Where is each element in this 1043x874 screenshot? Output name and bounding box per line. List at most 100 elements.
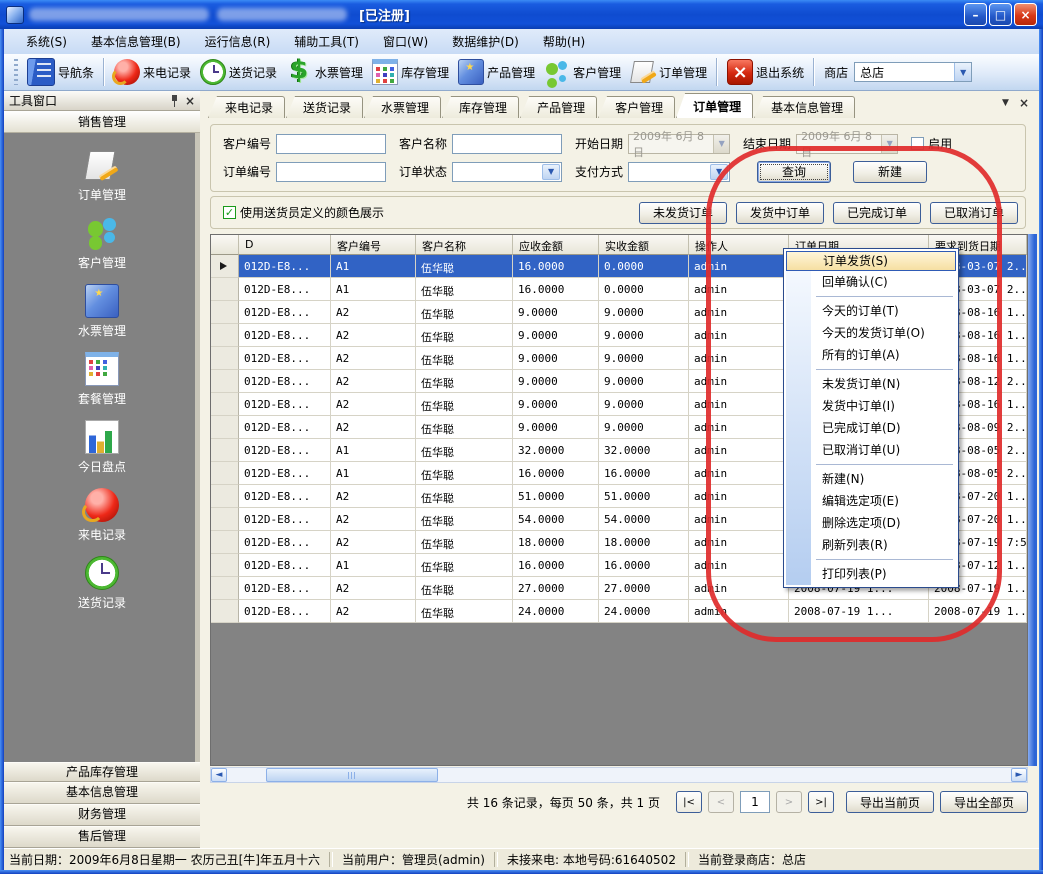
toolbar-grip[interactable]: [14, 59, 18, 85]
context-menu-item[interactable]: 回单确认(C): [786, 271, 956, 293]
context-menu-item[interactable]: [816, 369, 953, 370]
toolbar-button[interactable]: 库存管理: [372, 59, 449, 85]
header-customer-name[interactable]: 客户名称: [416, 235, 513, 255]
sidebar-item[interactable]: 套餐管理: [4, 345, 200, 413]
pin-icon[interactable]: [170, 95, 179, 107]
sidebar-item[interactable]: 送货记录: [4, 549, 200, 617]
menu-item[interactable]: 窗口(W): [371, 29, 440, 54]
sidebar-item[interactable]: 今日盘点: [4, 413, 200, 481]
vertical-scrollbar[interactable]: [1028, 234, 1037, 766]
scroll-right-icon[interactable]: ►: [1011, 768, 1027, 782]
sidebar-item[interactable]: 订单管理: [4, 141, 200, 209]
sidebar-item[interactable]: 水票管理: [4, 277, 200, 345]
prev-page-button[interactable]: <: [708, 791, 734, 813]
maximize-button[interactable]: □: [989, 3, 1012, 26]
row-selector-cell[interactable]: [211, 416, 239, 439]
context-menu-item[interactable]: 删除选定项(D): [786, 512, 956, 534]
sidebar-section-bar[interactable]: 财务管理: [4, 804, 200, 826]
order-status-select[interactable]: ▼: [452, 162, 562, 182]
context-menu-item[interactable]: 刷新列表(R): [786, 534, 956, 556]
row-selector-cell[interactable]: [211, 393, 239, 416]
row-selector-cell[interactable]: [211, 531, 239, 554]
row-selector-cell[interactable]: [211, 554, 239, 577]
row-selector-cell[interactable]: [211, 577, 239, 600]
toolbar-button[interactable]: 产品管理: [458, 59, 535, 85]
context-menu-item[interactable]: 编辑选定项(E): [786, 490, 956, 512]
toolbar-button[interactable]: [103, 58, 105, 86]
menu-item[interactable]: 系统(S): [14, 29, 79, 54]
menu-item[interactable]: 帮助(H): [531, 29, 597, 54]
query-button[interactable]: 查询: [757, 161, 831, 183]
chevron-down-icon[interactable]: ▼: [542, 164, 560, 180]
chevron-down-icon[interactable]: ▼: [881, 135, 897, 153]
table-row[interactable]: 012D-E8... A2 伍华聪 24.0000 24.0000 admin …: [211, 600, 1027, 623]
row-selector-cell[interactable]: [211, 439, 239, 462]
end-date-picker[interactable]: 2009年 6月 8日 ▼: [796, 134, 898, 154]
row-selector-cell[interactable]: [211, 600, 239, 623]
order-no-input[interactable]: [276, 162, 386, 182]
menu-item[interactable]: 辅助工具(T): [282, 29, 371, 54]
export-current-page-button[interactable]: 导出当前页: [846, 791, 934, 813]
row-selector-cell[interactable]: [211, 278, 239, 301]
menu-item[interactable]: 数据维护(D): [440, 29, 531, 54]
scroll-left-icon[interactable]: ◄: [211, 768, 227, 782]
sidebar-item[interactable]: 客户管理: [4, 209, 200, 277]
chevron-down-icon[interactable]: ▼: [710, 164, 728, 180]
sidebar-item[interactable]: 来电记录: [4, 481, 200, 549]
context-menu-item[interactable]: 新建(N): [786, 468, 956, 490]
export-all-pages-button[interactable]: 导出全部页: [940, 791, 1028, 813]
minimize-button[interactable]: –: [964, 3, 987, 26]
status-filter-button[interactable]: 已取消订单: [930, 202, 1018, 224]
row-selector-cell[interactable]: [211, 255, 239, 278]
enable-checkbox[interactable]: ✓: [911, 137, 924, 150]
tab[interactable]: 送货记录: [286, 96, 363, 118]
toolbar-button[interactable]: 水票管理: [286, 59, 363, 85]
toolbar-button[interactable]: [813, 58, 815, 86]
context-menu-item[interactable]: 已取消订单(U): [786, 439, 956, 461]
context-menu-item[interactable]: [816, 559, 953, 560]
row-selector-cell[interactable]: [211, 370, 239, 393]
context-menu-item[interactable]: [816, 296, 953, 297]
tab[interactable]: 库存管理: [442, 96, 519, 118]
close-button[interactable]: ×: [1014, 3, 1037, 26]
tab[interactable]: 订单管理: [676, 93, 753, 118]
toolbar-button[interactable]: 订单管理: [630, 59, 707, 85]
context-menu-item[interactable]: 今天的订单(T): [786, 300, 956, 322]
context-menu-item[interactable]: 未发货订单(N): [786, 373, 956, 395]
shop-select[interactable]: 总店 ▼: [854, 62, 972, 82]
row-selector-cell[interactable]: [211, 462, 239, 485]
context-menu-item[interactable]: 今天的发货订单(O): [786, 322, 956, 344]
header-id[interactable]: D: [239, 235, 331, 255]
scrollbar-thumb[interactable]: [266, 768, 438, 782]
header-receivable[interactable]: 应收金额: [513, 235, 599, 255]
toolbar-button[interactable]: 退出系统: [727, 59, 804, 85]
first-page-button[interactable]: |<: [676, 791, 702, 813]
context-menu-item[interactable]: 所有的订单(A): [786, 344, 956, 366]
close-icon[interactable]: ×: [185, 95, 195, 107]
header-customer-no[interactable]: 客户编号: [331, 235, 416, 255]
toolbar-button[interactable]: 来电记录: [114, 59, 191, 85]
tab[interactable]: 来电记录: [208, 96, 285, 118]
context-menu-item[interactable]: 打印列表(P): [786, 563, 956, 585]
row-selector-cell[interactable]: [211, 485, 239, 508]
tab[interactable]: 水票管理: [364, 96, 441, 118]
menu-item[interactable]: 基本信息管理(B): [79, 29, 193, 54]
new-button[interactable]: 新建: [853, 161, 927, 183]
toolbar-button[interactable]: 送货记录: [200, 59, 277, 85]
status-filter-button[interactable]: 发货中订单: [736, 202, 824, 224]
next-page-button[interactable]: >: [776, 791, 802, 813]
sidebar-section-sales[interactable]: 销售管理: [4, 111, 200, 133]
tab[interactable]: 客户管理: [598, 96, 675, 118]
pay-method-select[interactable]: ▼: [628, 162, 730, 182]
header-operator[interactable]: 操作人: [689, 235, 789, 255]
context-menu-item[interactable]: 发货中订单(I): [786, 395, 956, 417]
row-selector-cell[interactable]: [211, 508, 239, 531]
row-selector-cell[interactable]: [211, 301, 239, 324]
toolbar-button[interactable]: [716, 58, 718, 86]
chevron-down-icon[interactable]: ▼: [713, 135, 729, 153]
menu-item[interactable]: 运行信息(R): [193, 29, 283, 54]
customer-no-input[interactable]: [276, 134, 386, 154]
row-selector-cell[interactable]: [211, 347, 239, 370]
context-menu-item[interactable]: [816, 464, 953, 465]
status-filter-button[interactable]: 已完成订单: [833, 202, 921, 224]
